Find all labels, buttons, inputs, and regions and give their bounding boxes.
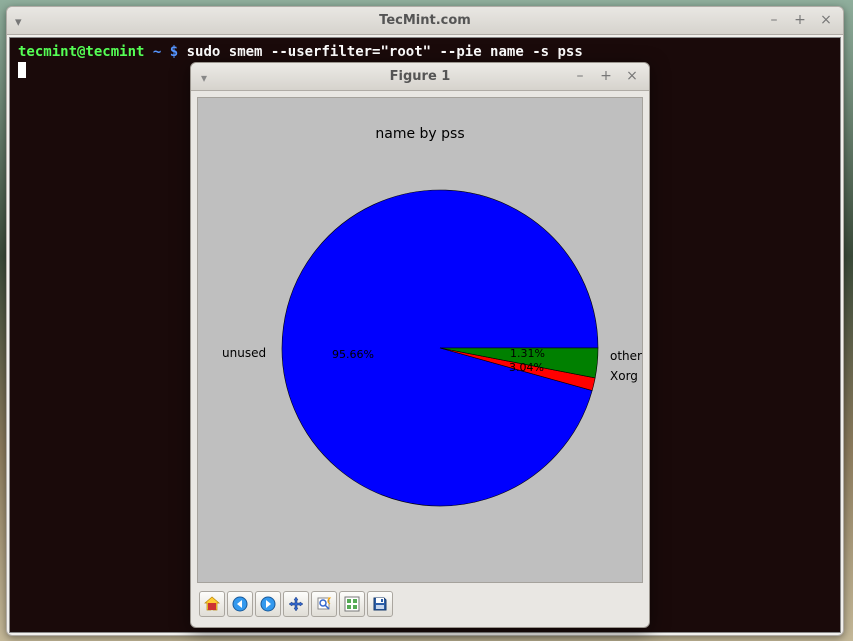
figure-window-controls: – + × xyxy=(571,67,641,85)
back-icon xyxy=(232,596,248,612)
prompt-dollar: $ xyxy=(170,44,178,60)
subplots-button[interactable] xyxy=(339,591,365,617)
label-other-pct: 1.31% xyxy=(510,347,545,360)
label-unused: unused xyxy=(222,346,266,360)
pan-icon xyxy=(288,596,304,612)
command-text: sudo smem --userfilter="root" --pie name… xyxy=(187,44,583,60)
figure-toolbar xyxy=(197,587,643,621)
terminal-menu-icon[interactable]: ▾ xyxy=(15,15,22,30)
figure-menu-icon[interactable]: ▾ xyxy=(201,71,207,85)
terminal-title: TecMint.com xyxy=(7,13,843,28)
close-button[interactable]: × xyxy=(817,11,835,29)
label-xorg: Xorg xyxy=(610,369,638,383)
label-unused-pct: 95.66% xyxy=(332,348,374,361)
prompt-user: tecmint@tecmint xyxy=(18,44,144,60)
home-button[interactable] xyxy=(199,591,225,617)
figure-titlebar: ▾ Figure 1 – + × xyxy=(191,63,649,91)
cursor xyxy=(18,62,26,78)
figure-close-button[interactable]: × xyxy=(623,67,641,85)
figure-maximize-button[interactable]: + xyxy=(597,67,615,85)
subplots-icon xyxy=(344,596,360,612)
figure-window: ▾ Figure 1 – + × name by pss unused 95.6… xyxy=(190,62,650,628)
home-icon xyxy=(204,596,220,612)
zoom-icon xyxy=(316,596,332,612)
pie-chart xyxy=(280,188,600,508)
maximize-button[interactable]: + xyxy=(791,11,809,29)
zoom-button[interactable] xyxy=(311,591,337,617)
figure-minimize-button[interactable]: – xyxy=(571,67,589,85)
forward-button[interactable] xyxy=(255,591,281,617)
pan-button[interactable] xyxy=(283,591,309,617)
forward-icon xyxy=(260,596,276,612)
terminal-window-controls: – + × xyxy=(765,11,835,29)
minimize-button[interactable]: – xyxy=(765,11,783,29)
terminal-titlebar: ▾ TecMint.com – + × xyxy=(7,7,843,35)
figure-canvas: name by pss unused 95.66% other Xorg 1.3… xyxy=(197,97,643,583)
save-icon xyxy=(372,596,388,612)
label-other: other xyxy=(610,349,642,363)
save-button[interactable] xyxy=(367,591,393,617)
label-xorg-pct: 3.04% xyxy=(509,361,544,374)
chart-title: name by pss xyxy=(198,126,642,142)
prompt-path: ~ xyxy=(153,44,170,60)
back-button[interactable] xyxy=(227,591,253,617)
